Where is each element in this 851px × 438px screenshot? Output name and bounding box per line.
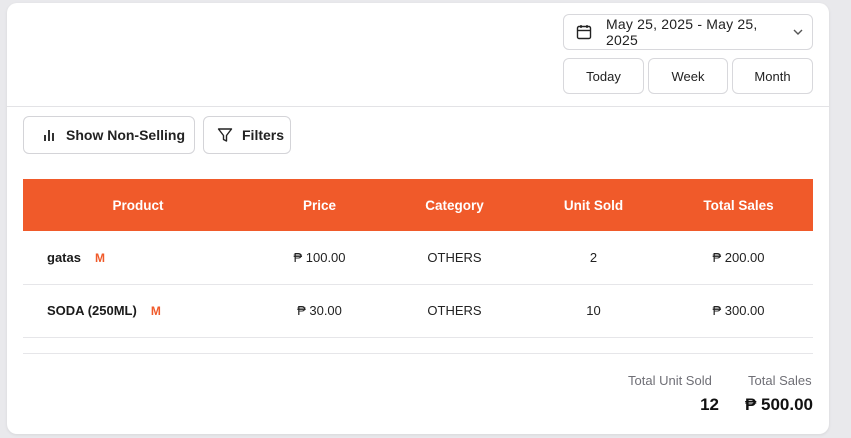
sales-table: Product Price Category Unit Sold Total S… [23,179,813,338]
show-non-selling-button[interactable]: Show Non-Selling [23,116,195,154]
table-row[interactable]: gatas M ₱ 100.00 OTHERS 2 ₱ 200.00 [23,231,813,284]
sales-report-card: May 25, 2025 - May 25, 2025 Today Week M… [7,3,829,434]
category-cell: OTHERS [427,249,482,265]
category-cell: OTHERS [427,303,482,318]
header-product[interactable]: Product [23,179,253,231]
header-unit-sold[interactable]: Unit Sold [523,179,664,231]
bar-chart-icon [41,127,57,143]
total-sales-cell: ₱ 200.00 [712,249,765,265]
price-cell: ₱ 30.00 [297,303,342,318]
unit-sold-cell: 2 [589,249,598,265]
filter-icon [217,127,233,143]
month-button[interactable]: Month [732,58,813,94]
table-header-row: Product Price Category Unit Sold Total S… [23,179,813,231]
totals-divider [23,353,813,354]
table-row[interactable]: SODA (250ML) M ₱ 30.00 OTHERS 10 ₱ 300.00 [23,284,813,337]
total-sales-cell: ₱ 300.00 [712,303,765,318]
week-button[interactable]: Week [648,58,728,94]
total-unit-sold-label: Total Unit Sold [628,373,712,388]
total-sales-value: ₱ 500.00 [744,395,813,414]
product-badge: M [94,250,105,265]
total-unit-sold-value: 12 [700,395,719,414]
product-badge: M [150,304,161,318]
date-range-text: May 25, 2025 - May 25, 2025 [606,16,758,48]
chevron-down-icon [792,26,804,38]
unit-sold-cell: 10 [586,303,601,318]
product-name: gatas [47,249,81,265]
header-category[interactable]: Category [386,179,523,231]
show-non-selling-label: Show Non-Selling [66,127,185,143]
filters-button[interactable]: Filters [203,116,291,154]
product-cell: SODA (250ML) M [23,284,253,337]
product-cell: gatas M [23,231,253,284]
calendar-icon [576,24,592,40]
today-button[interactable]: Today [563,58,644,94]
header-price[interactable]: Price [253,179,386,231]
product-name: SODA (250ML) [47,303,137,318]
header-divider [7,106,829,107]
header-total-sales[interactable]: Total Sales [664,179,813,231]
filters-label: Filters [242,127,285,143]
date-range-picker[interactable]: May 25, 2025 - May 25, 2025 [563,14,813,50]
total-sales-label: Total Sales [748,373,812,388]
price-cell: ₱ 100.00 [293,249,346,265]
